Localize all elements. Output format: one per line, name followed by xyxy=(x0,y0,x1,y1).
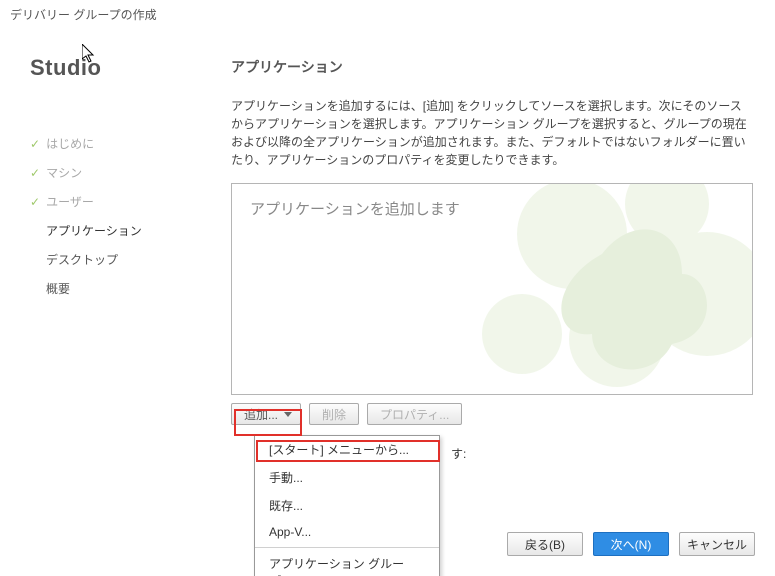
listbox-placeholder: アプリケーションを追加します xyxy=(232,184,752,233)
check-icon: ✓ xyxy=(30,166,40,180)
wizard-footer: 戻る(B) 次へ(N) キャンセル xyxy=(507,532,755,556)
remove-button: 削除 xyxy=(309,403,359,425)
page-description: アプリケーションを追加するには、[追加] をクリックしてソースを選択します。次に… xyxy=(231,97,751,169)
nav-step-desktops: デスクトップ xyxy=(30,245,209,274)
window-title: デリバリー グループの作成 xyxy=(0,0,775,29)
add-dropdown-menu: [スタート] メニューから... 手動... 既存... App-V... アプ… xyxy=(254,435,440,576)
folder-row-suffix: す: xyxy=(451,445,466,462)
menu-item-start-menu[interactable]: [スタート] メニューから... xyxy=(255,436,439,464)
applications-toolbar: 追加... 削除 プロパティ... xyxy=(231,403,753,425)
menu-item-app-group[interactable]: アプリケーション グループ... xyxy=(255,550,439,576)
back-button[interactable]: 戻る(B) xyxy=(507,532,583,556)
add-button[interactable]: 追加... xyxy=(231,403,301,425)
nav-step-label: ユーザー xyxy=(46,195,94,209)
cancel-button[interactable]: キャンセル xyxy=(679,532,755,556)
page-heading: アプリケーション xyxy=(231,57,753,77)
check-icon: ✓ xyxy=(30,137,40,151)
nav-step-intro: ✓ はじめに xyxy=(30,129,209,158)
nav-step-label: はじめに xyxy=(46,137,94,151)
nav-step-label: マシン xyxy=(46,166,82,180)
menu-item-manual[interactable]: 手動... xyxy=(255,464,439,492)
applications-listbox[interactable]: アプリケーションを追加します xyxy=(231,183,753,395)
nav-step-applications: アプリケーション xyxy=(30,216,209,245)
brand-logo: Studio xyxy=(30,55,209,81)
wizard-sidebar: Studio ✓はじめに ✓マシン ✓ユーザー アプリケーション デスクトップ … xyxy=(0,29,209,576)
chevron-down-icon xyxy=(284,412,292,417)
properties-button: プロパティ... xyxy=(367,403,462,425)
add-button-label: 追加... xyxy=(244,408,278,422)
next-button[interactable]: 次へ(N) xyxy=(593,532,669,556)
check-icon: ✓ xyxy=(30,195,40,209)
nav-step-machines: ✓ マシン xyxy=(30,158,209,187)
menu-divider xyxy=(255,547,439,548)
nav-step-users: ✓ ユーザー xyxy=(30,187,209,216)
menu-item-appv[interactable]: App-V... xyxy=(255,520,439,545)
menu-item-existing[interactable]: 既存... xyxy=(255,492,439,520)
nav-step-summary: 概要 xyxy=(30,274,209,303)
